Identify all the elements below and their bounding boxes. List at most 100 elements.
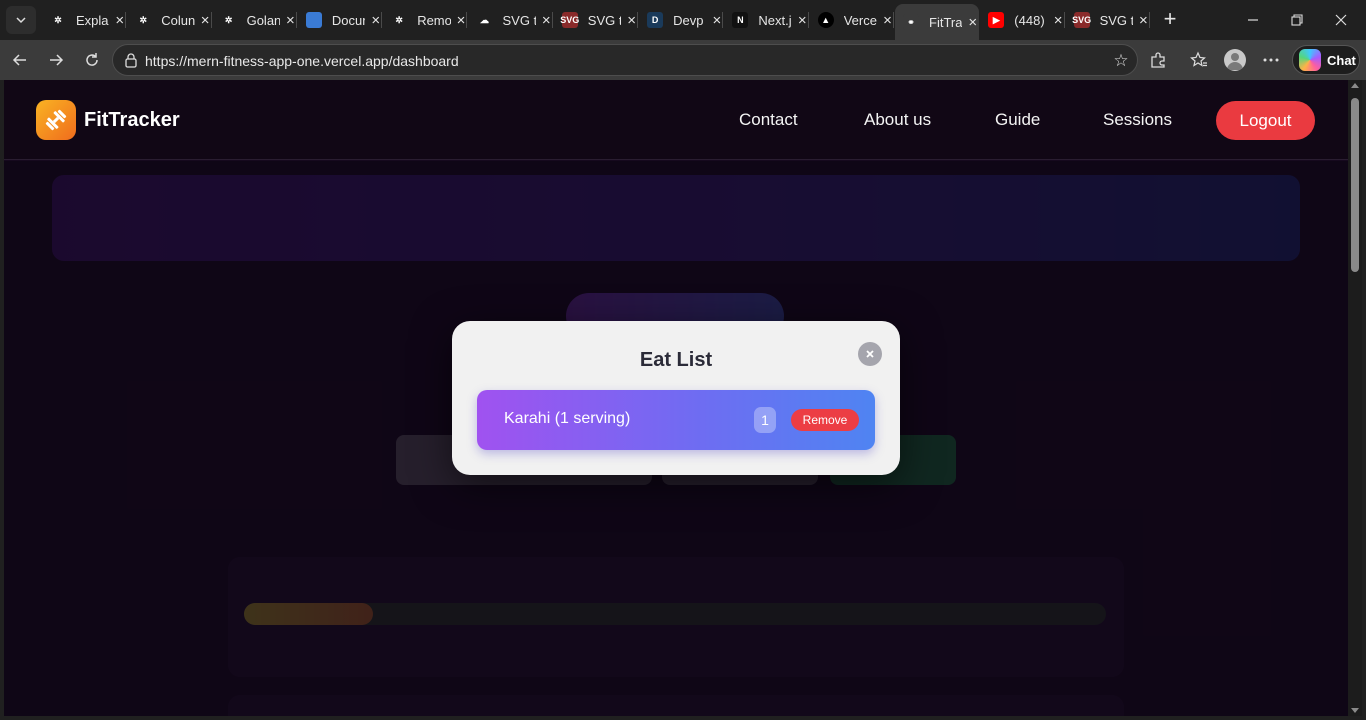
tab-separator bbox=[210, 12, 212, 28]
scrollbar-thumb[interactable] bbox=[1351, 98, 1359, 272]
browser-tab-label: Explai bbox=[76, 12, 110, 28]
browser-tab-strip: ✲ Explai × ✲ Colun × ✲ Golan × Docur × ✲ Remo × ☁ SVG t… bbox=[0, 0, 1366, 40]
forward-button[interactable] bbox=[42, 46, 70, 74]
url-text: https://mern-fitness-app-one.vercel.app/… bbox=[145, 53, 459, 69]
tab-separator bbox=[637, 12, 639, 28]
tab-separator bbox=[381, 12, 383, 28]
tab-separator bbox=[892, 12, 894, 28]
back-button[interactable] bbox=[6, 46, 34, 74]
tab-separator bbox=[466, 12, 468, 28]
browser-tab-label: Docur bbox=[331, 12, 366, 28]
close-icon bbox=[1335, 14, 1347, 26]
dumbbell-icon bbox=[36, 100, 76, 140]
remove-item-button[interactable]: Remove bbox=[791, 409, 859, 431]
browser-tab[interactable]: ⚭ FitTra × bbox=[895, 4, 980, 40]
arrow-right-icon bbox=[50, 54, 64, 66]
browser-tab[interactable]: ✲ Golan × bbox=[213, 4, 297, 36]
modal-title: Eat List bbox=[639, 349, 713, 371]
tab-separator bbox=[1148, 12, 1150, 28]
address-bar[interactable]: https://mern-fitness-app-one.vercel.app/… bbox=[112, 44, 1138, 76]
browser-tab[interactable]: SVG SVG t × bbox=[1066, 4, 1150, 36]
devpost-icon: D bbox=[647, 12, 664, 28]
arrow-left-icon bbox=[12, 54, 26, 66]
browser-tab[interactable]: Docur × bbox=[298, 4, 383, 36]
svg-png-icon: SVG bbox=[1072, 12, 1091, 28]
tab-separator bbox=[551, 12, 553, 28]
puzzle-icon bbox=[1151, 52, 1165, 68]
youtube-icon: ▶ bbox=[988, 12, 1005, 28]
tab-separator bbox=[1063, 12, 1065, 28]
browser-tab-label: Colun bbox=[161, 12, 195, 28]
new-tab-button[interactable]: + bbox=[1158, 8, 1182, 32]
scroll-up-arrow-icon[interactable] bbox=[1351, 83, 1359, 88]
browser-tab-label: Golan bbox=[246, 12, 280, 28]
favorites-icon bbox=[1190, 51, 1207, 67]
svg-jpg-icon: SVG bbox=[560, 12, 579, 28]
tab-close-icon[interactable]: × bbox=[966, 14, 979, 31]
app-navbar: FitTracker Contact About us Guide Sessio… bbox=[4, 80, 1348, 160]
lock-icon bbox=[125, 53, 137, 68]
eat-item-quantity: 1 bbox=[754, 407, 776, 433]
modal-close-button[interactable] bbox=[858, 342, 882, 366]
browser-toolbar: https://mern-fitness-app-one.vercel.app/… bbox=[0, 40, 1366, 80]
browser-tab-label: Devp bbox=[673, 12, 704, 28]
close-window-button[interactable] bbox=[1318, 0, 1364, 40]
cloud-icon: ☁ bbox=[476, 12, 493, 28]
minimize-icon bbox=[1248, 19, 1258, 21]
extensions-button[interactable] bbox=[1144, 46, 1172, 74]
reload-icon bbox=[86, 53, 98, 66]
tab-search-button[interactable] bbox=[6, 6, 36, 34]
nav-link-sessions[interactable]: Sessions bbox=[1103, 110, 1172, 130]
tab-separator bbox=[722, 12, 724, 28]
openai-icon: ✲ bbox=[220, 12, 237, 28]
vercel-icon: ▲ bbox=[817, 12, 834, 28]
browser-tab-label: Remo bbox=[417, 12, 451, 28]
browser-tab[interactable]: ✲ Colun × bbox=[127, 4, 212, 36]
eat-list-modal: Eat List Karahi (1 serving) 1 Remove bbox=[452, 321, 900, 475]
tab-separator bbox=[807, 12, 809, 28]
copilot-chat-button[interactable]: Chat bbox=[1292, 45, 1360, 75]
favorite-star-icon[interactable]: ☆ bbox=[1111, 51, 1131, 71]
openai-icon: ✲ bbox=[135, 12, 152, 28]
browser-tab-label: Verce bbox=[843, 12, 877, 28]
favorites-button[interactable] bbox=[1185, 46, 1213, 74]
fittracker-icon: ⚭ bbox=[903, 14, 919, 30]
restore-button[interactable] bbox=[1274, 0, 1320, 40]
browser-tab-label: SVG t bbox=[1099, 12, 1133, 28]
openai-icon: ✲ bbox=[50, 12, 66, 28]
browser-tab[interactable]: ☁ SVG t × bbox=[469, 4, 553, 36]
reload-button[interactable] bbox=[78, 46, 106, 74]
browser-tab[interactable]: SVG SVG t × bbox=[554, 4, 639, 36]
nav-link-about-us[interactable]: About us bbox=[864, 110, 931, 130]
chat-label: Chat bbox=[1327, 52, 1356, 68]
user-icon bbox=[1227, 53, 1243, 70]
browser-tab[interactable]: N Next.j × bbox=[724, 4, 809, 36]
browser-tab[interactable]: ▶ (448) × bbox=[980, 4, 1065, 36]
browser-tab[interactable]: ▲ Verce × bbox=[810, 4, 894, 36]
profile-avatar[interactable] bbox=[1224, 49, 1246, 71]
nextjs-icon: N bbox=[732, 12, 749, 28]
close-icon bbox=[866, 350, 874, 358]
scroll-down-arrow-icon[interactable] bbox=[1351, 708, 1359, 713]
more-menu-button[interactable] bbox=[1257, 46, 1285, 74]
brand-name: FitTracker bbox=[84, 108, 180, 131]
document-app-icon bbox=[305, 12, 322, 28]
minimize-button[interactable] bbox=[1230, 0, 1276, 40]
copilot-icon bbox=[1299, 49, 1321, 71]
browser-tab[interactable]: ✲ Remo × bbox=[383, 4, 468, 36]
nav-link-contact[interactable]: Contact bbox=[739, 110, 798, 130]
tab-separator bbox=[295, 12, 297, 28]
browser-tab-label: (448) bbox=[1014, 12, 1045, 28]
brand[interactable]: FitTracker bbox=[36, 100, 180, 140]
eat-list-item: Karahi (1 serving) 1 Remove bbox=[477, 390, 875, 450]
nav-link-guide[interactable]: Guide bbox=[995, 110, 1040, 130]
browser-tab-label: SVG t bbox=[502, 12, 536, 28]
restore-icon bbox=[1291, 14, 1303, 26]
browser-tab[interactable]: ✲ Explai × bbox=[42, 4, 127, 36]
page-viewport: FitTracker Contact About us Guide Sessio… bbox=[4, 80, 1348, 716]
tab-separator bbox=[125, 12, 127, 28]
browser-tab-label: Next.j bbox=[758, 12, 792, 28]
logout-button[interactable]: Logout bbox=[1216, 101, 1315, 140]
browser-tab[interactable]: D Devp × bbox=[639, 4, 724, 36]
page-scrollbar[interactable] bbox=[1348, 80, 1362, 716]
